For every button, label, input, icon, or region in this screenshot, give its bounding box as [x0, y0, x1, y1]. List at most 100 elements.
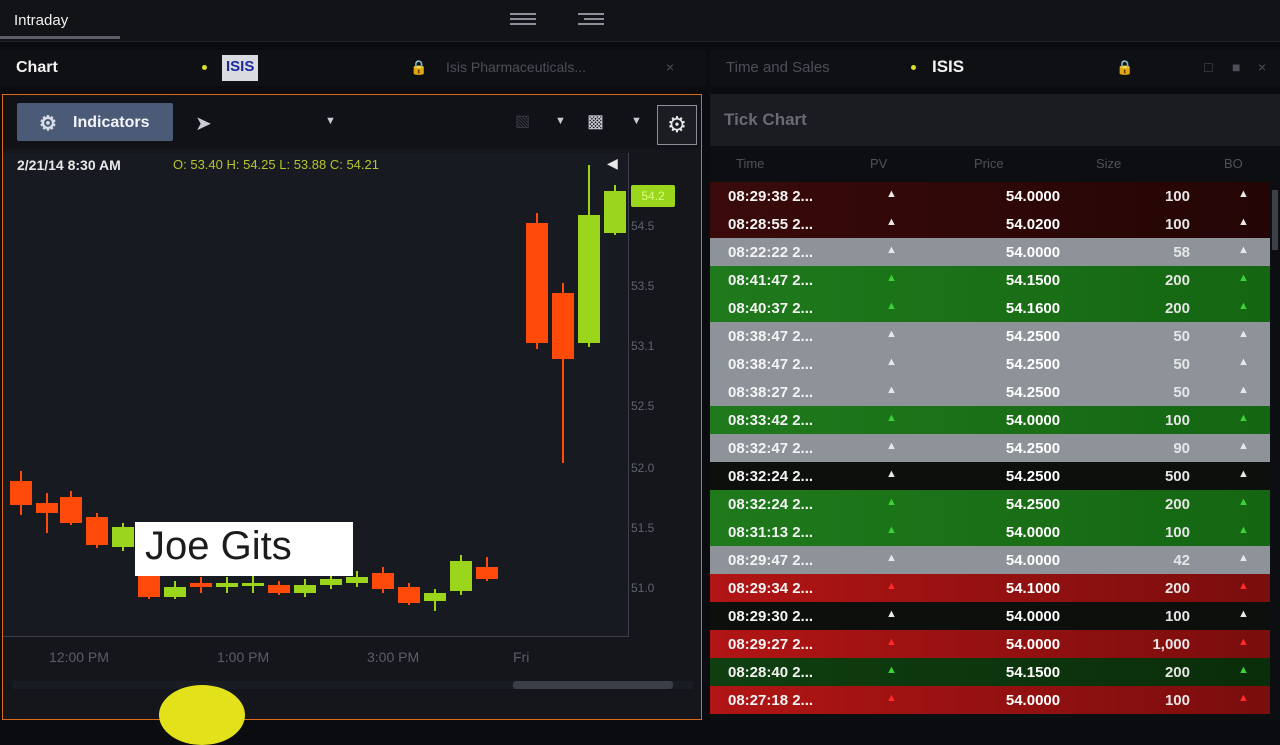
tick-price: 54.0000 [1005, 552, 1061, 569]
tick-size: 42 [1173, 552, 1190, 569]
tick-bo-icon: ▲ [1238, 300, 1249, 312]
chevron-down-icon[interactable]: ▼ [325, 115, 336, 127]
tick-row[interactable]: 08:38:47 2... ▲ 54.2500 50 ▲ [710, 350, 1270, 378]
tick-direction-icon: ▲ [886, 496, 897, 508]
tick-time: 08:38:47 2... [728, 356, 814, 373]
restore-icon[interactable]: □ [1204, 59, 1212, 75]
tas-symbol-input[interactable]: ISIS [928, 54, 968, 80]
tick-time: 08:38:47 2... [728, 328, 814, 345]
tick-direction-icon: ▲ [886, 356, 897, 368]
tick-row[interactable]: 08:31:13 2... ▲ 54.0000 100 ▲ [710, 518, 1270, 546]
time-tick: 3:00 PM [367, 649, 420, 665]
tick-price: 54.2500 [1005, 440, 1061, 457]
tick-scrollbar[interactable] [1272, 190, 1278, 250]
top-bar: Intraday [0, 0, 1280, 42]
tick-row[interactable]: 08:28:40 2... ▲ 54.1500 200 ▲ [710, 658, 1270, 686]
tick-chart-title[interactable]: Tick Chart [724, 110, 807, 130]
tick-price: 54.1600 [1005, 300, 1061, 317]
tick-direction-icon: ▲ [886, 608, 897, 620]
tick-row[interactable]: 08:41:47 2... ▲ 54.1500 200 ▲ [710, 266, 1270, 294]
lock-icon[interactable]: 🔒 [1116, 59, 1133, 76]
tick-price: 54.0000 [1005, 524, 1061, 541]
tick-time: 08:27:18 2... [728, 692, 814, 709]
time-tick: 1:00 PM [217, 649, 270, 665]
tick-price: 54.1500 [1005, 272, 1061, 289]
chart-type-icon[interactable]: ▩ [587, 111, 604, 132]
layout-menu-icon[interactable] [578, 10, 604, 28]
tick-row[interactable]: 08:38:27 2... ▲ 54.2500 50 ▲ [710, 378, 1270, 406]
tick-row[interactable]: 08:32:24 2... ▲ 54.2500 200 ▲ [710, 490, 1270, 518]
tick-time: 08:28:55 2... [728, 216, 814, 233]
candle-body [60, 497, 82, 523]
chart-settings-gear-icon[interactable]: ⚙ [657, 105, 697, 145]
tick-time: 08:29:47 2... [728, 552, 814, 569]
draw-tool-icon[interactable]: ▧ [515, 111, 530, 131]
tick-bo-icon: ▲ [1238, 244, 1249, 256]
lock-icon[interactable]: 🔒 [410, 59, 427, 76]
tick-direction-icon: ▲ [886, 244, 897, 256]
chevron-down-icon[interactable]: ▼ [631, 115, 642, 127]
tick-row[interactable]: 08:29:38 2... ▲ 54.0000 100 ▲ [710, 182, 1270, 210]
column-header-bo[interactable]: BO [1224, 156, 1243, 171]
column-header-price[interactable]: Price [974, 156, 1004, 171]
tick-row[interactable]: 08:38:47 2... ▲ 54.2500 50 ▲ [710, 322, 1270, 350]
candle-body [268, 585, 290, 593]
tick-bo-icon: ▲ [1238, 636, 1249, 648]
price-tick: 52.5 [631, 399, 655, 413]
column-header-pv[interactable]: PV [870, 156, 887, 171]
candle-body [294, 585, 316, 593]
tick-row[interactable]: 08:40:37 2... ▲ 54.1600 200 ▲ [710, 294, 1270, 322]
time-tick: 12:00 PM [49, 649, 109, 665]
close-icon[interactable]: × [666, 59, 674, 75]
tick-time: 08:22:22 2... [728, 244, 814, 261]
tick-bo-icon: ▲ [1238, 188, 1249, 200]
tick-row[interactable]: 08:27:18 2... ▲ 54.0000 100 ▲ [710, 686, 1270, 714]
list-menu-icon[interactable] [510, 10, 536, 28]
tick-bo-icon: ▲ [1238, 440, 1249, 452]
tick-price: 54.1500 [1005, 664, 1061, 681]
tick-row[interactable]: 08:29:34 2... ▲ 54.1000 200 ▲ [710, 574, 1270, 602]
tick-price: 54.1000 [1005, 580, 1061, 597]
chart-panel-title: Chart [16, 59, 58, 76]
column-header-time[interactable]: Time [736, 156, 764, 171]
candle-body [112, 527, 134, 547]
chart-symbol-input[interactable]: ISIS [222, 55, 259, 81]
tick-row[interactable]: 08:32:47 2... ▲ 54.2500 90 ▲ [710, 434, 1270, 462]
close-icon[interactable]: × [1258, 59, 1266, 75]
tick-direction-icon: ▲ [886, 524, 897, 536]
time-tick: Fri [513, 649, 530, 665]
cursor-highlight [159, 685, 245, 745]
candle-body [242, 583, 264, 586]
tick-row[interactable]: 08:28:55 2... ▲ 54.0200 100 ▲ [710, 210, 1270, 238]
candle-body [346, 577, 368, 583]
watermark-label: Joe Gits [135, 522, 353, 576]
tick-time: 08:29:30 2... [728, 608, 814, 625]
tick-row[interactable]: 08:29:27 2... ▲ 54.0000 1,000 ▲ [710, 630, 1270, 658]
chart-scroll-thumb[interactable] [513, 681, 673, 689]
tick-size: 200 [1164, 580, 1190, 597]
tick-time: 08:41:47 2... [728, 272, 814, 289]
tick-bo-icon: ▲ [1238, 356, 1249, 368]
tick-price: 54.2500 [1005, 468, 1061, 485]
tick-size: 200 [1164, 664, 1190, 681]
tick-price: 54.2500 [1005, 384, 1061, 401]
cursor-icon[interactable]: ➤ [195, 111, 212, 136]
chevron-down-icon[interactable]: ▼ [555, 115, 566, 127]
tick-direction-icon: ▲ [886, 216, 897, 228]
candle-body [578, 215, 600, 343]
workspace-tab-intraday[interactable]: Intraday [14, 12, 68, 29]
collapse-left-icon[interactable]: ◀ [607, 155, 618, 172]
tick-price: 54.2500 [1005, 328, 1061, 345]
tick-bo-icon: ▲ [1238, 384, 1249, 396]
column-header-size[interactable]: Size [1096, 156, 1121, 171]
tick-row[interactable]: 08:33:42 2... ▲ 54.0000 100 ▲ [710, 406, 1270, 434]
tick-row[interactable]: 08:32:24 2... ▲ 54.2500 500 ▲ [710, 462, 1270, 490]
indicators-button[interactable]: ⚙ Indicators [17, 103, 173, 141]
price-tick: 52.0 [631, 461, 655, 475]
tick-row[interactable]: 08:29:30 2... ▲ 54.0000 100 ▲ [710, 602, 1270, 630]
tick-size: 50 [1173, 384, 1190, 401]
tick-row[interactable]: 08:22:22 2... ▲ 54.0000 58 ▲ [710, 238, 1270, 266]
tick-direction-icon: ▲ [886, 188, 897, 200]
tick-row[interactable]: 08:29:47 2... ▲ 54.0000 42 ▲ [710, 546, 1270, 574]
maximize-icon[interactable]: ■ [1232, 59, 1240, 75]
